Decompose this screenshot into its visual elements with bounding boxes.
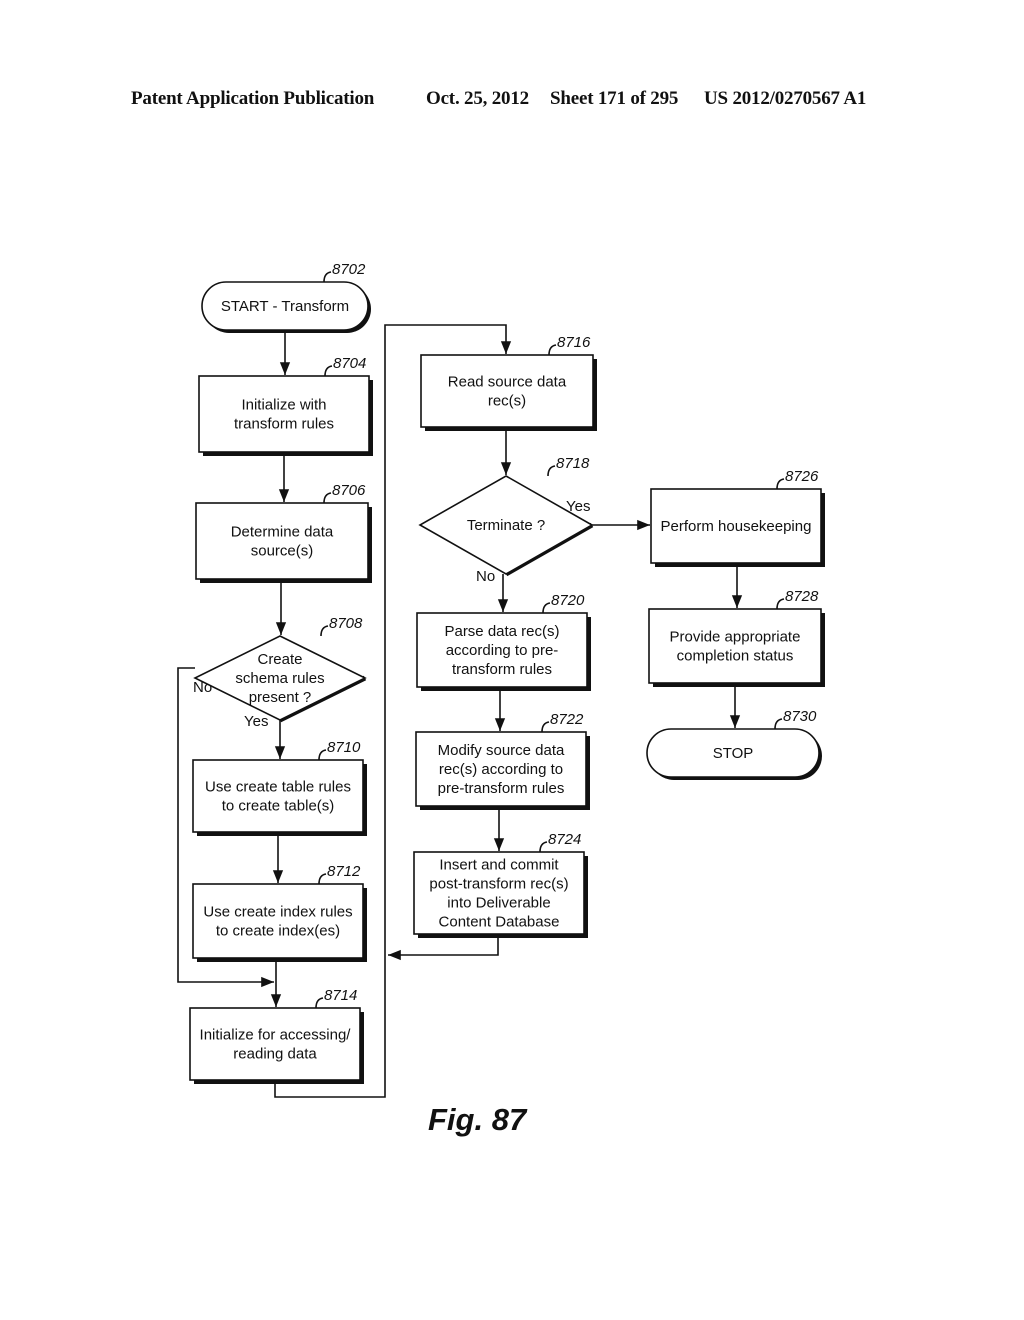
node-text-line: pre-transform rules: [438, 780, 565, 797]
ref-numeral: 8702: [332, 261, 366, 278]
process-box: [192, 883, 364, 959]
node-8726: Perform housekeeping 8726: [650, 468, 825, 567]
ref-numeral: 8730: [783, 708, 817, 725]
ref-numeral: 8710: [327, 739, 361, 756]
process-box: [192, 759, 364, 833]
ref-leader: [324, 365, 333, 377]
ref-leader: [318, 873, 327, 885]
figure-label: Fig. 87: [428, 1102, 528, 1137]
terminate-no-label: No: [476, 568, 495, 585]
process-box: [189, 1007, 361, 1081]
node-text-line: Terminate ?: [467, 517, 545, 534]
ref-numeral: 8706: [332, 482, 366, 499]
ref-numeral: 8726: [785, 468, 819, 485]
ref-leader: [547, 465, 556, 477]
node-text-line: transform rules: [234, 416, 334, 433]
ref-leader: [542, 602, 551, 614]
ref-leader: [774, 718, 783, 730]
node-text-line: present ?: [249, 689, 312, 706]
process-box: [195, 502, 369, 580]
node-text-line: post-transform rec(s): [429, 876, 568, 893]
node-8712: Use create index rules to create index(es…: [192, 863, 367, 962]
node-text-line: according to pre-: [446, 642, 559, 659]
node-8724: Insert and commit post-transform rec(s) in…: [413, 831, 588, 938]
ref-numeral: 8724: [548, 831, 581, 848]
node-text-line: Provide appropriate: [670, 629, 801, 646]
ref-leader: [776, 598, 785, 610]
node-text-line: to create index(es): [216, 923, 340, 940]
node-8716: Read source data rec(s) 8716: [420, 334, 597, 431]
node-text-line: reading data: [233, 1046, 317, 1063]
node-text-line: Insert and commit: [439, 857, 559, 874]
ref-numeral: 8708: [329, 615, 363, 632]
node-text-line: Parse data rec(s): [444, 623, 559, 640]
ref-leader: [548, 344, 557, 356]
node-8714: Initialize for accessing/reading data 871…: [189, 987, 364, 1084]
node-text-line: schema rules: [235, 670, 324, 687]
ref-leader: [323, 492, 332, 504]
node-text-line: to create table(s): [222, 798, 335, 815]
ref-numeral: 8704: [333, 355, 366, 372]
flowchart-nodes: START - Transform 8702 Initialize with tran…: [189, 261, 825, 1084]
ref-numeral: 8716: [557, 334, 591, 351]
node-text-line: Use create table rules: [205, 779, 351, 796]
decision-yes-label: Yes: [244, 713, 268, 730]
node-text-line: Read source data: [448, 374, 567, 391]
ref-numeral: 8714: [324, 987, 357, 1004]
process-box: [648, 608, 822, 684]
ref-leader: [320, 625, 329, 637]
ref-leader: [318, 749, 327, 761]
node-8704: Initialize with transform rules 8704: [198, 355, 373, 456]
node-text-line: completion status: [677, 648, 794, 665]
node-text-line: rec(s) according to: [439, 761, 563, 778]
node-text-line: transform rules: [452, 661, 552, 678]
node-text-line: Content Database: [439, 914, 560, 931]
flowchart: YesNoNoYes START - Transform8702Initiali…: [177, 261, 825, 1137]
ref-leader: [323, 271, 332, 283]
ref-numeral: 8712: [327, 863, 361, 880]
process-box: [420, 354, 594, 428]
node-text-line: Use create index rules: [203, 904, 352, 921]
node-text-line: source(s): [251, 543, 314, 560]
node-8720: Parse data rec(s) according to pre-transf…: [416, 592, 591, 691]
ref-leader: [539, 841, 548, 853]
node-8702: START - Transform 8702: [201, 261, 371, 333]
process-box: [198, 375, 370, 453]
ref-leader: [315, 997, 324, 1009]
ref-numeral: 8720: [551, 592, 585, 609]
node-8708: Create schema rules present ? 8708: [193, 615, 367, 723]
ref-numeral: 8728: [785, 588, 819, 605]
ref-leader: [776, 478, 785, 490]
node-text-line: Determine data: [231, 524, 334, 541]
node-8722: Modify source data rec(s) according to pre…: [415, 711, 590, 810]
node-text-line: Initialize with: [241, 397, 326, 414]
ref-leader: [541, 721, 550, 733]
ref-numeral: 8722: [550, 711, 584, 728]
node-text-line: Create: [257, 651, 302, 668]
ref-numeral: 8718: [556, 455, 590, 472]
node-text-line: into Deliverable: [447, 895, 550, 912]
node-text-line: rec(s): [488, 393, 526, 410]
node-text-line: Perform housekeeping: [661, 518, 812, 535]
node-text-line: STOP: [713, 745, 754, 762]
node-text-line: Modify source data: [438, 742, 565, 759]
node-text-line: START - Transform: [221, 298, 349, 315]
node-text-line: Initialize for accessing/: [200, 1027, 352, 1044]
